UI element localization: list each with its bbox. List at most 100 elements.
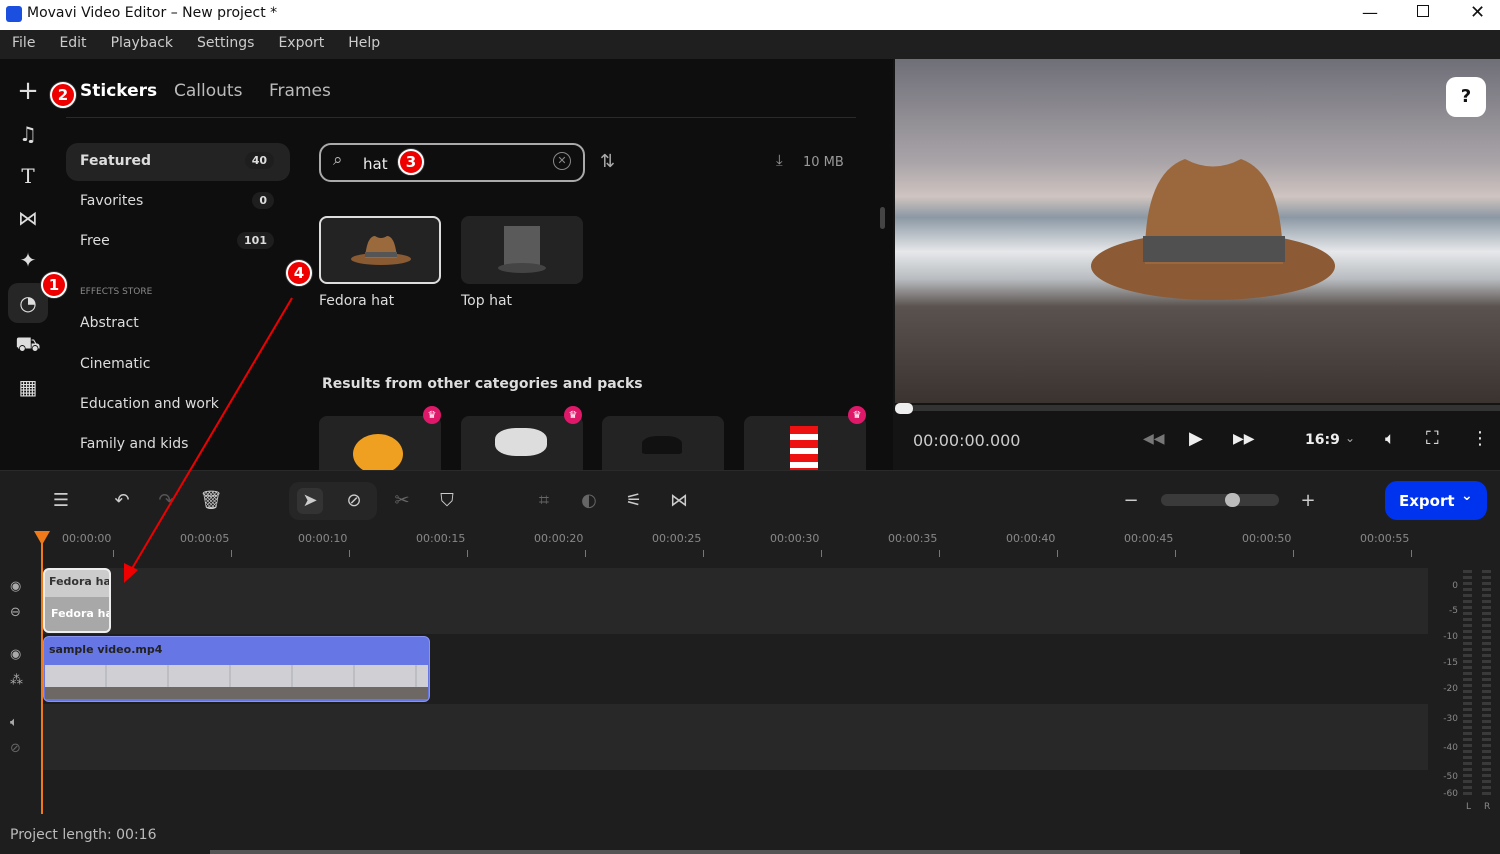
fast-forward-icon[interactable]: ▶▶ xyxy=(1233,431,1255,447)
ruler-tick xyxy=(1056,550,1058,557)
minimize-button[interactable]: — xyxy=(1362,3,1378,22)
menu-help[interactable]: Help xyxy=(336,30,392,59)
color-icon[interactable]: ◐ xyxy=(576,488,602,514)
help-button[interactable]: ? xyxy=(1446,77,1486,117)
sticker-result[interactable] xyxy=(461,416,583,470)
top-hat-icon xyxy=(498,226,546,273)
export-button[interactable]: Export ⌄ xyxy=(1385,481,1487,520)
zoom-slider-handle[interactable] xyxy=(1225,493,1240,507)
tab-stickers[interactable]: Stickers xyxy=(80,81,157,101)
magnet-icon[interactable]: ⊘ xyxy=(341,488,367,514)
seek-handle[interactable] xyxy=(895,403,913,414)
more-tools-icon[interactable]: ▦ xyxy=(8,367,48,407)
clip-label: Fedora hat xyxy=(49,575,111,588)
sticker-top-hat[interactable] xyxy=(461,216,583,284)
menu-edit[interactable]: Edit xyxy=(47,30,98,59)
delete-icon[interactable]: 🗑︎ xyxy=(198,488,224,514)
ruler-tick xyxy=(230,550,232,557)
menu-settings[interactable]: Settings xyxy=(185,30,266,59)
download-size: 10 MB xyxy=(803,155,844,170)
unlink-icon[interactable]: ⊘ xyxy=(10,741,21,756)
chevron-down-icon[interactable]: ⌄ xyxy=(1345,431,1355,445)
sort-icon[interactable]: ⇅ xyxy=(600,151,615,172)
sticker-result[interactable] xyxy=(319,416,441,470)
close-button[interactable]: ✕ xyxy=(1470,2,1485,23)
crop-icon[interactable]: ⌗ xyxy=(531,488,557,514)
fullscreen-icon[interactable]: ⛶ xyxy=(1426,428,1439,449)
link-icon[interactable]: ⊖ xyxy=(10,605,21,620)
audio-track xyxy=(42,704,1428,770)
sticker-fedora-hat[interactable] xyxy=(319,216,441,284)
menu-playback[interactable]: Playback xyxy=(99,30,185,59)
ruler-tick-label: 00:00:25 xyxy=(652,532,702,545)
seek-bar[interactable] xyxy=(895,405,1500,411)
menu-export[interactable]: Export xyxy=(266,30,336,59)
chevron-down-icon[interactable]: ⌄ xyxy=(1461,488,1473,504)
sticker-label: Top hat xyxy=(461,293,513,309)
meter-scale-label: -30 xyxy=(1443,714,1458,724)
zoom-slider[interactable] xyxy=(1161,494,1279,506)
category-count: 40 xyxy=(244,152,274,169)
playhead-handle[interactable] xyxy=(34,531,50,545)
annotation-badge: 4 xyxy=(286,260,312,286)
store-item-abstract[interactable]: Abstract xyxy=(80,315,139,331)
clear-search-icon[interactable]: ✕ xyxy=(553,152,571,170)
store-item-education[interactable]: Education and work xyxy=(80,396,219,412)
media-panel: + ♫ T ⋈ ✦ ◔ ⛟ ▦ Stickers Callouts Frames… xyxy=(0,59,893,470)
category-favorites[interactable]: Favorites 0 xyxy=(66,183,290,221)
marker-icon[interactable]: ⛉ xyxy=(434,488,460,514)
cut-icon[interactable]: ✂ xyxy=(389,488,415,514)
play-icon[interactable]: ▶ xyxy=(1189,428,1203,449)
visibility-icon[interactable]: ◉ xyxy=(10,579,21,594)
tabs-divider xyxy=(66,117,856,118)
store-item-cinematic[interactable]: Cinematic xyxy=(80,356,150,372)
clip-label: Fedora hat xyxy=(51,607,109,620)
tab-callouts[interactable]: Callouts xyxy=(174,81,242,101)
export-label: Export xyxy=(1399,492,1455,510)
ruler-tick-label: 00:00:30 xyxy=(770,532,820,545)
ruler-tick-label: 00:00:10 xyxy=(298,532,348,545)
effects-icon[interactable]: ⁂ xyxy=(10,673,23,688)
maximize-button[interactable] xyxy=(1417,5,1429,17)
menu-file[interactable]: File xyxy=(0,30,47,59)
store-item-family[interactable]: Family and kids xyxy=(80,436,188,452)
select-tool-icon[interactable]: ➤ xyxy=(297,488,323,514)
playhead[interactable] xyxy=(41,540,43,814)
horizontal-scrollbar[interactable] xyxy=(210,850,1240,854)
download-icon[interactable]: ⤓ xyxy=(776,151,783,169)
titles-icon[interactable]: T xyxy=(8,156,48,196)
audio-icon[interactable]: 🔈︎ xyxy=(10,715,18,730)
meter-scale-label: -50 xyxy=(1443,772,1458,782)
transitions-icon[interactable]: ⋈ xyxy=(8,198,48,238)
category-featured[interactable]: Featured 40 xyxy=(66,143,290,181)
redo-icon[interactable]: ↷ xyxy=(153,488,179,514)
undo-icon[interactable]: ↶ xyxy=(109,488,135,514)
sticker-result[interactable] xyxy=(744,416,866,470)
transition-icon[interactable]: ⋈ xyxy=(666,488,692,514)
store-icon[interactable]: ⛟ xyxy=(8,325,48,365)
sticker-clip[interactable]: Fedora hat Fedora hat xyxy=(43,568,111,633)
search-input[interactable]: ⌕ hat ✕ xyxy=(319,143,585,182)
filters-icon[interactable]: ✦ xyxy=(8,240,48,280)
add-media-icon[interactable]: + xyxy=(8,71,48,111)
video-clip[interactable]: sample video.mp4 xyxy=(43,636,430,702)
more-options-icon[interactable]: ⋮ xyxy=(1471,428,1489,449)
adjust-icon[interactable]: ⚟ xyxy=(621,488,647,514)
scrollbar[interactable] xyxy=(880,207,885,229)
sticker-result[interactable] xyxy=(602,416,724,470)
meter-channel-left: L xyxy=(1466,802,1472,812)
premium-crown-icon: ♛ xyxy=(423,406,441,424)
volume-icon[interactable]: 🔈︎ xyxy=(1385,429,1395,449)
category-count: 0 xyxy=(252,192,274,209)
zoom-in-icon[interactable]: + xyxy=(1295,488,1321,514)
music-icon[interactable]: ♫ xyxy=(8,114,48,154)
visibility-icon[interactable]: ◉ xyxy=(10,647,21,662)
rewind-icon[interactable]: ◀◀ xyxy=(1143,431,1165,447)
category-free[interactable]: Free 101 xyxy=(66,223,290,261)
zoom-out-icon[interactable]: − xyxy=(1118,488,1144,514)
tab-frames[interactable]: Frames xyxy=(269,81,331,101)
ruler-tick xyxy=(1292,550,1294,557)
aspect-ratio-select[interactable]: 16:9 xyxy=(1305,432,1340,448)
add-track-icon[interactable]: ☰ xyxy=(48,488,74,514)
meter-scale-label: -20 xyxy=(1443,684,1458,694)
